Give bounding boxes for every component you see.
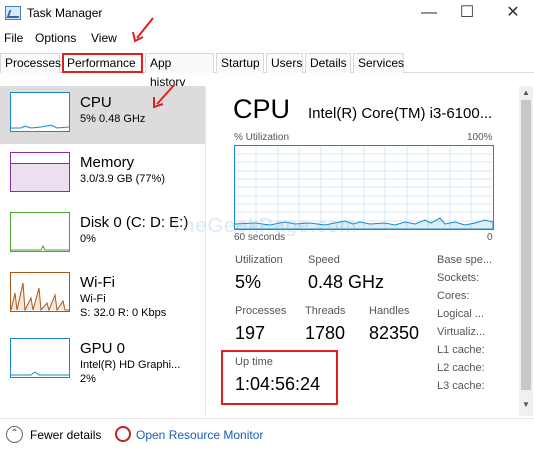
fewer-details-link[interactable]: Fewer details: [30, 428, 101, 442]
tab-details[interactable]: Details: [305, 53, 351, 73]
menu-file[interactable]: File: [4, 31, 23, 45]
scroll-down-icon[interactable]: ▼: [522, 400, 530, 409]
menu-options[interactable]: Options: [35, 31, 76, 45]
threads-label: Threads: [305, 305, 346, 317]
handles-value: 82350: [369, 323, 420, 343]
uptime-value: 1:04:56:24: [235, 374, 321, 394]
chevron-up-icon[interactable]: ⌃: [6, 426, 23, 443]
tab-processes[interactable]: Processes: [0, 53, 61, 73]
maximize-button[interactable]: ☐: [446, 0, 488, 28]
sidebar-item-throughput: S: 32.0 R: 0 Kbps: [80, 307, 167, 319]
scrollbar-thumb[interactable]: [521, 100, 531, 390]
disk-thumbnail-graph: [10, 212, 70, 252]
processes-value: 197: [235, 323, 266, 343]
resource-monitor-icon: [115, 426, 131, 442]
task-manager-icon: [5, 6, 21, 20]
open-resource-monitor-link[interactable]: Open Resource Monitor: [136, 428, 263, 442]
speed-value: 0.48 GHz: [308, 272, 385, 292]
tab-startup[interactable]: Startup: [216, 53, 264, 73]
tab-app-history[interactable]: App history: [145, 53, 214, 89]
virtualization-label: Virtualiz...: [437, 326, 486, 338]
l2-cache-label: L2 cache:: [437, 362, 485, 374]
sidebar-item-name: GPU 0: [80, 340, 126, 357]
page-title: CPU: [233, 94, 291, 124]
utilization-value: 5%: [235, 272, 262, 292]
cpu-model-name: Intel(R) Core(TM) i3-6100...: [308, 105, 493, 122]
close-button[interactable]: ✕: [492, 0, 534, 28]
logical-label: Logical ...: [437, 308, 485, 320]
threads-value: 1780: [305, 323, 346, 343]
sidebar-item-detail: 5% 0.48 GHz: [80, 113, 146, 125]
sidebar-item-detail: 3.0/3.9 GB (77%): [80, 173, 165, 185]
handles-label: Handles: [369, 305, 410, 317]
speed-label: Speed: [308, 254, 340, 266]
memory-thumbnail-graph: [10, 152, 70, 192]
wifi-thumbnail-graph: [10, 272, 70, 312]
title-bar: Task Manager — ☐ ✕: [0, 0, 534, 28]
sidebar-item-wifi[interactable]: Wi-Fi Wi-Fi S: 32.0 R: 0 Kbps: [0, 266, 205, 324]
processes-label: Processes: [235, 305, 287, 317]
utilization-label: Utilization: [235, 254, 283, 266]
sidebar-item-name: CPU: [80, 94, 112, 111]
tab-strip: Processes Performance App history Startu…: [0, 53, 534, 89]
sidebar-item-detail: Wi-Fi: [80, 293, 106, 305]
l3-cache-label: L3 cache:: [437, 380, 485, 392]
sidebar-item-usage: 2%: [80, 373, 96, 385]
cpu-thumbnail-graph: [10, 92, 70, 132]
minimize-button[interactable]: —: [408, 0, 450, 28]
l1-cache-label: L1 cache:: [437, 344, 485, 356]
tab-performance[interactable]: Performance: [62, 53, 143, 73]
tab-services[interactable]: Services: [353, 53, 404, 73]
sidebar-item-cpu[interactable]: CPU 5% 0.48 GHz: [0, 86, 205, 144]
watermark: TheGeekPage.com: [170, 215, 358, 237]
sockets-label: Sockets:: [437, 272, 480, 284]
tab-users[interactable]: Users: [266, 53, 303, 73]
window-title: Task Manager: [27, 6, 103, 20]
sidebar-item-name: Wi-Fi: [80, 274, 115, 291]
graph-y-label: % Utilization: [234, 132, 290, 143]
cores-label: Cores:: [437, 290, 470, 302]
sidebar-item-memory[interactable]: Memory 3.0/3.9 GB (77%): [0, 146, 205, 204]
uptime-label: Up time: [235, 356, 273, 368]
sidebar-item-name: Memory: [80, 154, 135, 171]
sidebar-item-gpu[interactable]: GPU 0 Intel(R) HD Graphi... 2%: [0, 332, 205, 390]
gpu-thumbnail-graph: [10, 338, 70, 378]
menu-view[interactable]: View: [91, 31, 117, 45]
graph-x-min: 0: [487, 232, 493, 243]
graph-y-max: 100%: [467, 132, 493, 143]
base-speed-label: Base spe...: [437, 254, 493, 266]
scroll-up-icon[interactable]: ▲: [522, 88, 530, 97]
sidebar-divider: [205, 86, 206, 416]
sidebar-item-detail: 0%: [80, 233, 96, 245]
sidebar-item-detail: Intel(R) HD Graphi...: [80, 359, 181, 371]
footer-divider: [0, 418, 534, 419]
